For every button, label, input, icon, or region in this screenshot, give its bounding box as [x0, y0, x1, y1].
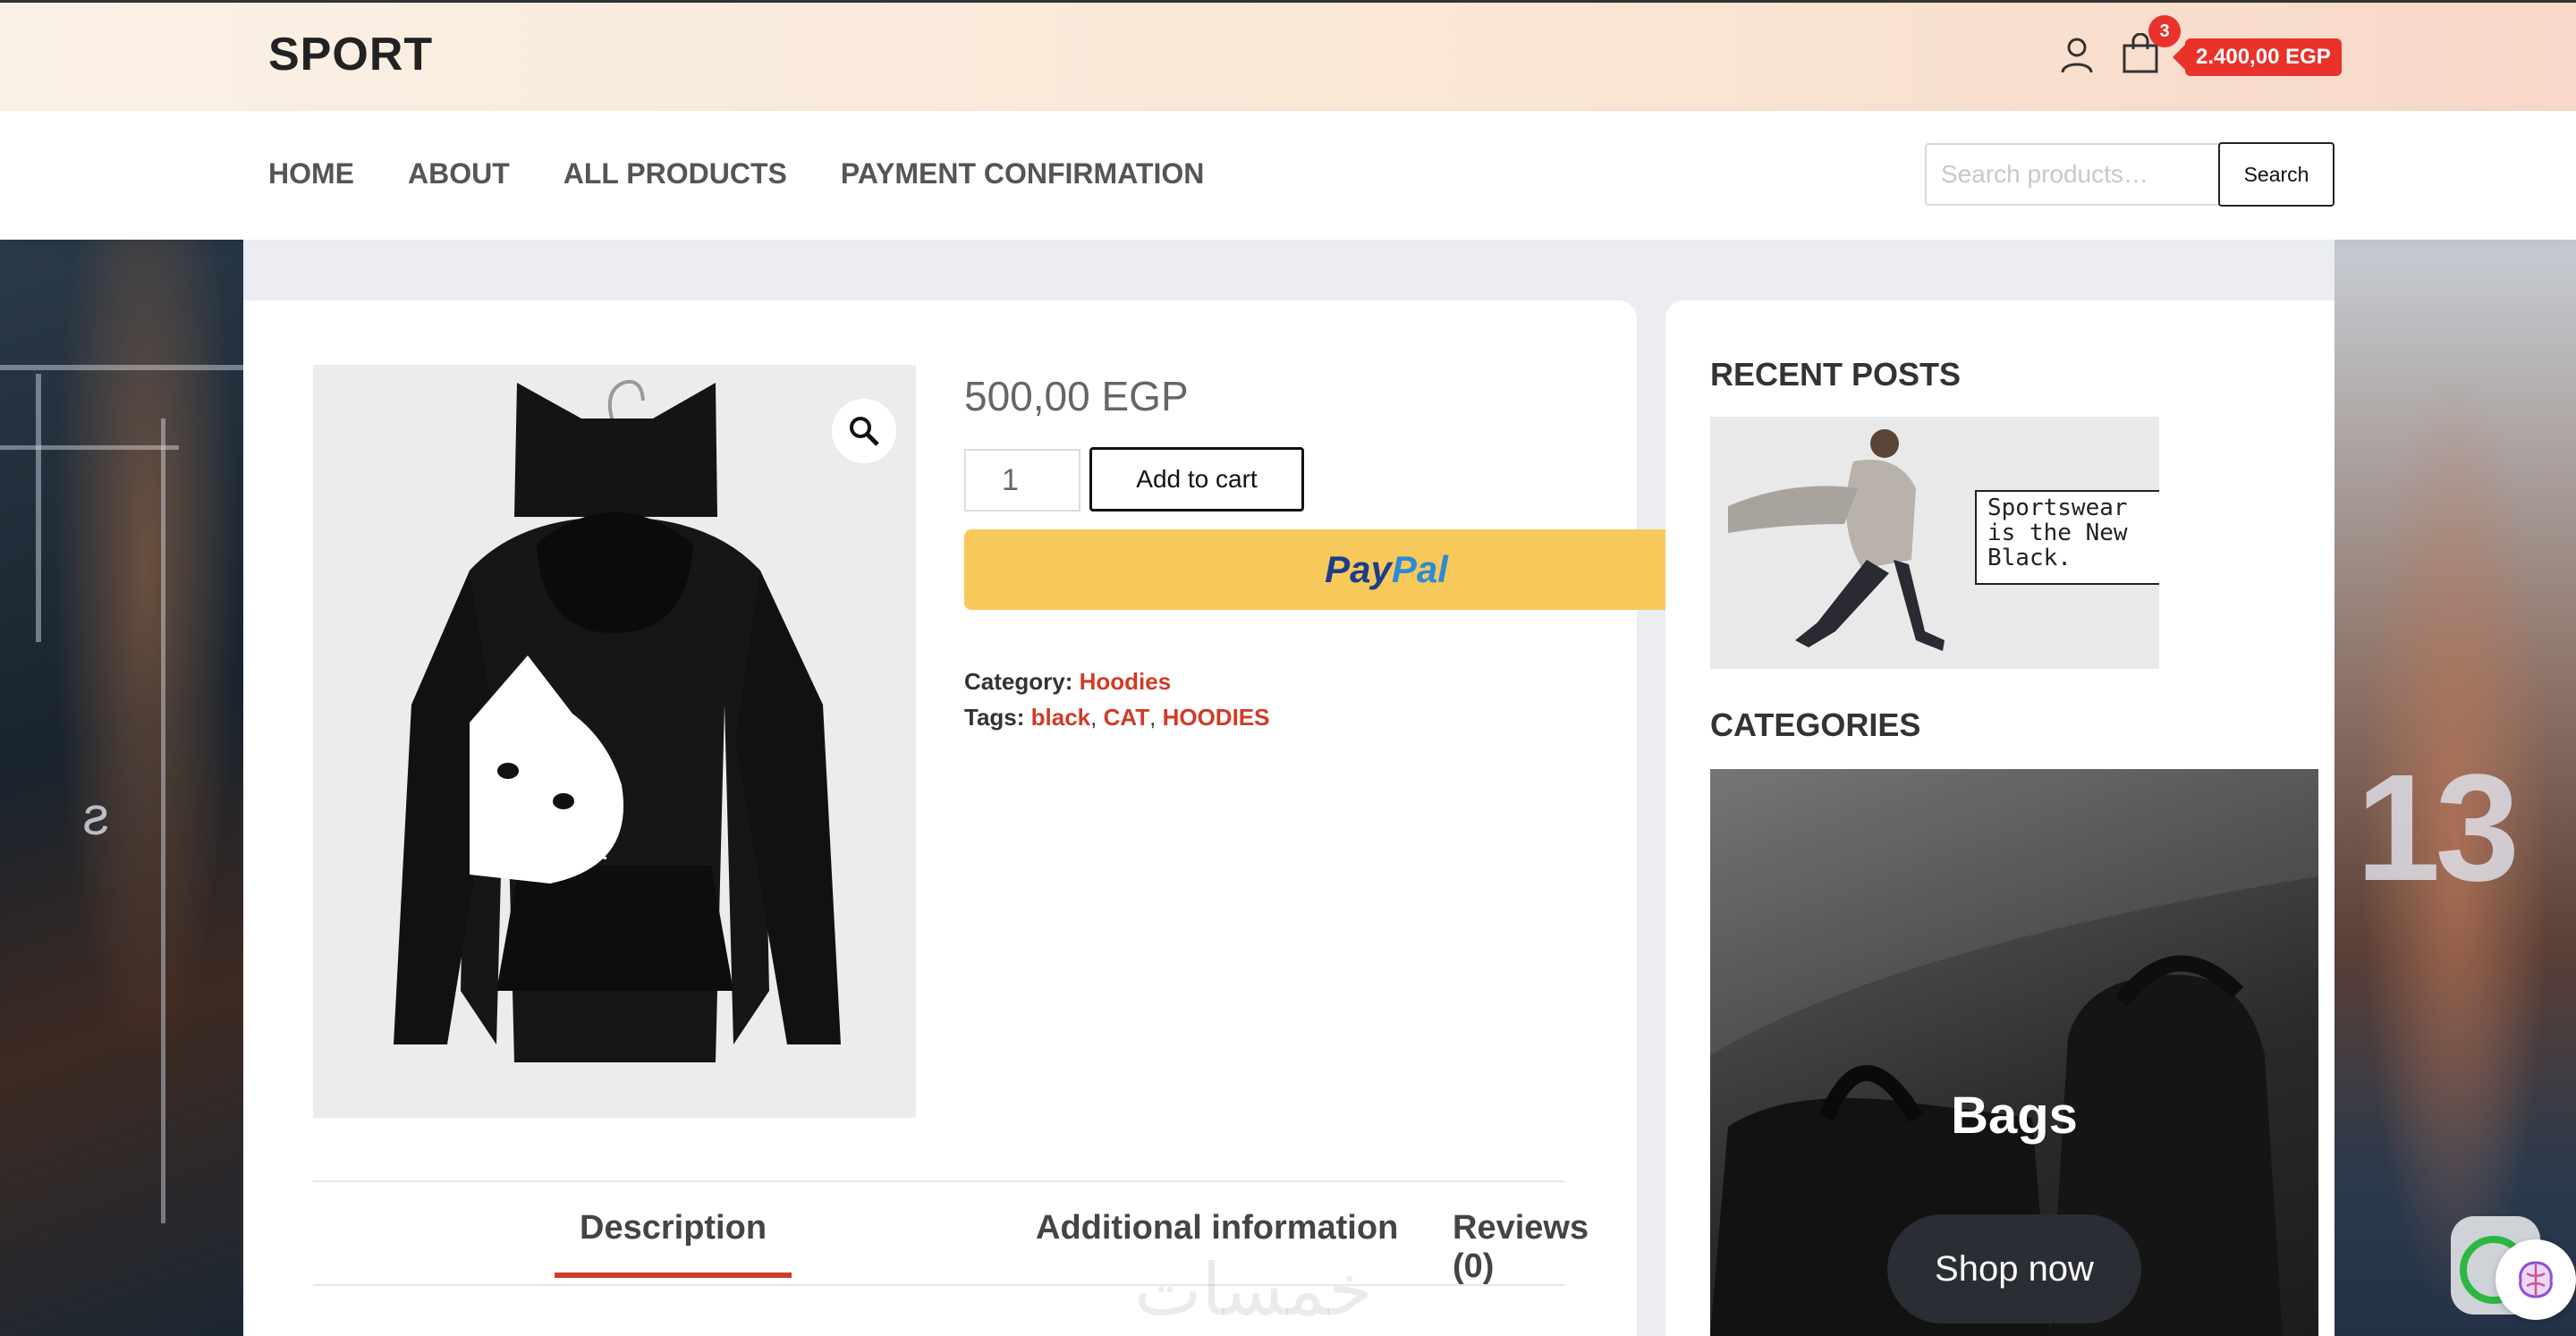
tab-description[interactable]: Description — [554, 1209, 792, 1278]
nav-item-payment-confirmation[interactable]: PAYMENT CONFIRMATION — [841, 157, 1205, 190]
paypal-logo-part1: Pay — [1325, 548, 1392, 590]
tab-additional-information[interactable]: Additional information — [1036, 1209, 1398, 1247]
site-logo[interactable]: SPORT — [268, 28, 433, 81]
categories-heading: CATEGORIES — [1710, 706, 1921, 743]
watermark-logo: خمسات — [1134, 1248, 1373, 1332]
assistant-widget[interactable] — [2496, 1239, 2576, 1320]
user-account-icon[interactable] — [2060, 37, 2094, 74]
background-image-right: 13 — [2334, 240, 2576, 1336]
content-area: 500,00 EGP Add to cart PayPal Category: … — [243, 240, 2334, 1336]
tab-reviews[interactable]: Reviews (0) — [1453, 1209, 1589, 1286]
product-price: 500,00 EGP — [964, 373, 1189, 419]
post-caption-line: is the New — [1987, 520, 2128, 546]
post-caption-line: Black. — [1987, 545, 2072, 571]
add-to-cart-button[interactable]: Add to cart — [1089, 447, 1304, 512]
post-caption-line: Sportswear — [1987, 495, 2128, 521]
tags-line: Tags: black, CAT, HOODIES — [964, 704, 1270, 731]
nav-item-all-products[interactable]: ALL PRODUCTS — [564, 157, 787, 190]
background-image-left: ƨ — [0, 240, 243, 1336]
hoodie-illustration — [394, 380, 841, 1062]
cart-count-badge[interactable]: 3 — [2148, 15, 2181, 47]
decorative-digits: 13 — [2356, 743, 2520, 913]
nav-item-about[interactable]: ABOUT — [408, 157, 510, 190]
category-label: Category: — [964, 668, 1073, 695]
decorative-glyph: ƨ — [82, 786, 109, 846]
cart-total-badge[interactable]: 2.400,00 EGP — [2173, 38, 2342, 76]
shop-now-button[interactable]: Shop now — [1887, 1214, 2141, 1323]
quantity-input[interactable] — [964, 449, 1080, 512]
sidebar: RECENT POSTS Sportswear is the New Black… — [1665, 300, 2334, 1336]
brain-icon — [2519, 1261, 2553, 1298]
nav-item-home[interactable]: HOME — [268, 157, 354, 190]
category-link[interactable]: Hoodies — [1080, 668, 1172, 695]
paypal-logo-part2: Pal — [1391, 548, 1448, 590]
category-card-bags[interactable]: Bags Shop now — [1710, 769, 2318, 1336]
tag-link[interactable]: black — [1031, 704, 1091, 731]
magnifier-icon — [850, 417, 879, 446]
product-tabs: Description Additional information Revie… — [313, 1180, 1589, 1286]
zoom-button[interactable] — [832, 399, 896, 463]
category-line: Category: Hoodies — [964, 664, 1270, 699]
product-image[interactable] — [313, 365, 916, 1118]
recent-posts-heading: RECENT POSTS — [1710, 356, 1962, 393]
post-caption-box: Sportswear is the New Black. — [1975, 490, 2159, 585]
search-button[interactable]: Search — [2218, 142, 2334, 207]
main-navigation: HOME ABOUT ALL PRODUCTS PAYMENT CONFIRMA… — [0, 111, 2576, 240]
recent-post-thumbnail[interactable]: Sportswear is the New Black. — [1710, 417, 2159, 669]
tag-link[interactable]: CAT — [1104, 704, 1150, 731]
top-bar: SPORT 3 2.400,00 EGP — [0, 0, 2576, 114]
category-title: Bags — [1951, 1087, 2078, 1145]
tag-link[interactable]: HOODIES — [1163, 704, 1270, 731]
product-card: 500,00 EGP Add to cart PayPal Category: … — [243, 300, 1809, 1336]
product-meta: Category: Hoodies Tags: black, CAT, HOOD… — [964, 664, 1270, 735]
search-input[interactable] — [1925, 143, 2220, 206]
nav-links: HOME ABOUT ALL PRODUCTS PAYMENT CONFIRMA… — [268, 157, 1204, 190]
tags-label: Tags: — [964, 704, 1025, 731]
